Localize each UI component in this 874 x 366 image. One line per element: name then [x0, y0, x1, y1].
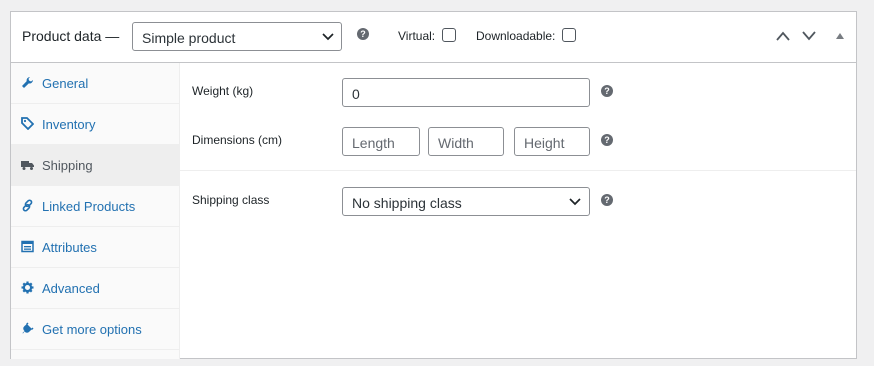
link-icon: [22, 199, 33, 212]
width-placeholder: Width: [438, 135, 474, 151]
wrench-icon: [22, 77, 33, 88]
tab-attributes[interactable]: Attributes: [11, 227, 179, 268]
tab-general[interactable]: General: [11, 63, 179, 104]
shipping-panel: Weight (kg) 0 ? Dimensions (cm) Length W…: [180, 63, 856, 358]
panel-header: Product data — Simple product ? Virtual:…: [11, 12, 856, 63]
gear-icon: [21, 281, 34, 294]
tab-advanced[interactable]: Advanced: [11, 268, 179, 309]
shipping-class-label: Shipping class: [192, 193, 270, 207]
product-data-panel: Product data — Simple product ? Virtual:…: [10, 11, 857, 359]
tab-shipping-label: Shipping: [42, 158, 93, 173]
weight-placeholder: 0: [352, 86, 360, 102]
tab-get-more-options[interactable]: Get more options: [11, 309, 179, 350]
downloadable-label: Downloadable:: [476, 29, 556, 43]
tab-advanced-label: Advanced: [42, 281, 100, 296]
height-input[interactable]: Height: [514, 127, 590, 156]
weight-label: Weight (kg): [192, 84, 254, 98]
weight-input[interactable]: 0: [342, 78, 590, 107]
help-icon[interactable]: ?: [601, 134, 613, 146]
move-down-icon[interactable]: [801, 30, 817, 42]
dimensions-label: Dimensions (cm): [192, 133, 283, 147]
section-divider: [180, 170, 856, 171]
help-icon[interactable]: ?: [357, 28, 369, 40]
tab-attributes-label: Attributes: [42, 240, 97, 255]
virtual-label: Virtual:: [398, 29, 436, 43]
height-placeholder: Height: [524, 135, 565, 151]
truck-icon: [21, 161, 34, 170]
downloadable-checkbox[interactable]: [562, 28, 576, 42]
plugin-icon: [22, 322, 34, 334]
product-data-tabs: General Inventory Shipping Linked Produc…: [11, 63, 180, 359]
tab-get-more-options-label: Get more options: [42, 322, 142, 337]
product-type-select[interactable]: Simple product: [132, 22, 342, 51]
product-type-value: Simple product: [142, 30, 236, 46]
panel-title: Product data —: [22, 28, 120, 44]
tab-linked-products[interactable]: Linked Products: [11, 186, 179, 227]
help-icon[interactable]: ?: [601, 85, 613, 97]
length-input[interactable]: Length: [342, 127, 420, 156]
tab-inventory[interactable]: Inventory: [11, 104, 179, 145]
shipping-class-select[interactable]: No shipping class: [342, 187, 590, 216]
tab-shipping[interactable]: Shipping: [11, 145, 179, 186]
move-up-icon[interactable]: [775, 30, 791, 42]
width-input[interactable]: Width: [428, 127, 504, 156]
shipping-class-value: No shipping class: [352, 195, 462, 211]
length-placeholder: Length: [352, 135, 395, 151]
collapse-toggle-icon[interactable]: [835, 32, 845, 40]
chevron-down-icon: [569, 198, 581, 206]
tab-general-label: General: [42, 76, 89, 91]
tab-inventory-label: Inventory: [42, 117, 96, 132]
tag-icon: [21, 117, 34, 130]
help-icon[interactable]: ?: [601, 194, 613, 206]
virtual-checkbox[interactable]: [442, 28, 456, 42]
tab-linked-products-label: Linked Products: [42, 199, 136, 214]
chevron-down-icon: [322, 33, 334, 41]
list-icon: [21, 240, 34, 253]
